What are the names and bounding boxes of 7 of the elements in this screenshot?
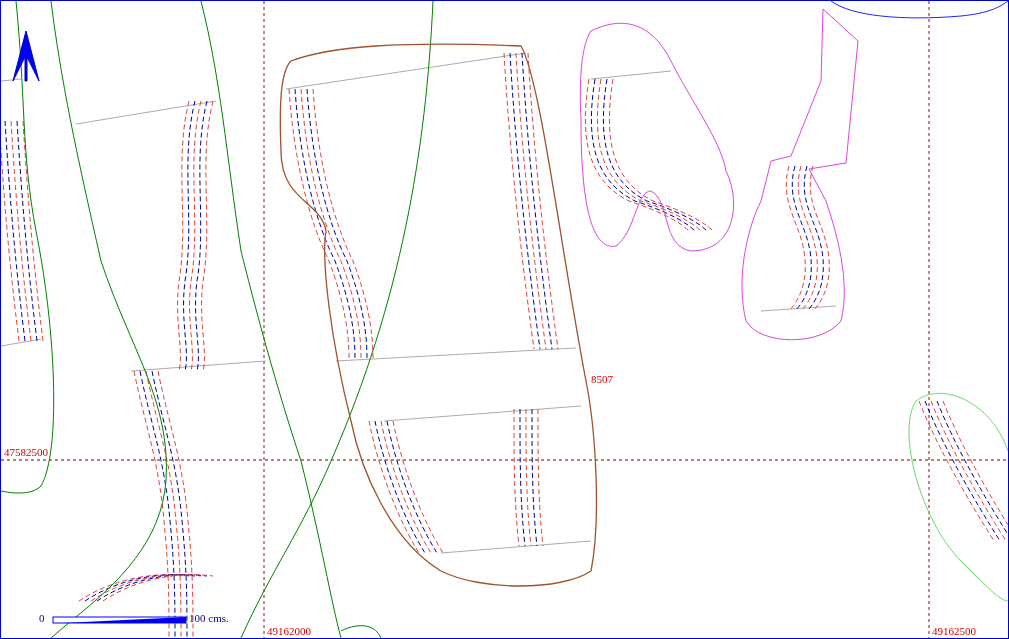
grid-coordinate-label: 47582500 <box>4 446 48 458</box>
grid-coordinate-label: 49162500 <box>932 625 976 637</box>
north-arrow-icon <box>12 30 40 82</box>
scale-end-label: 100 cms. <box>189 612 229 624</box>
grid-coordinate-label: 49162000 <box>267 625 311 637</box>
scale-start-label: 0 <box>39 612 45 624</box>
parcel-number: 8507 <box>591 373 613 385</box>
